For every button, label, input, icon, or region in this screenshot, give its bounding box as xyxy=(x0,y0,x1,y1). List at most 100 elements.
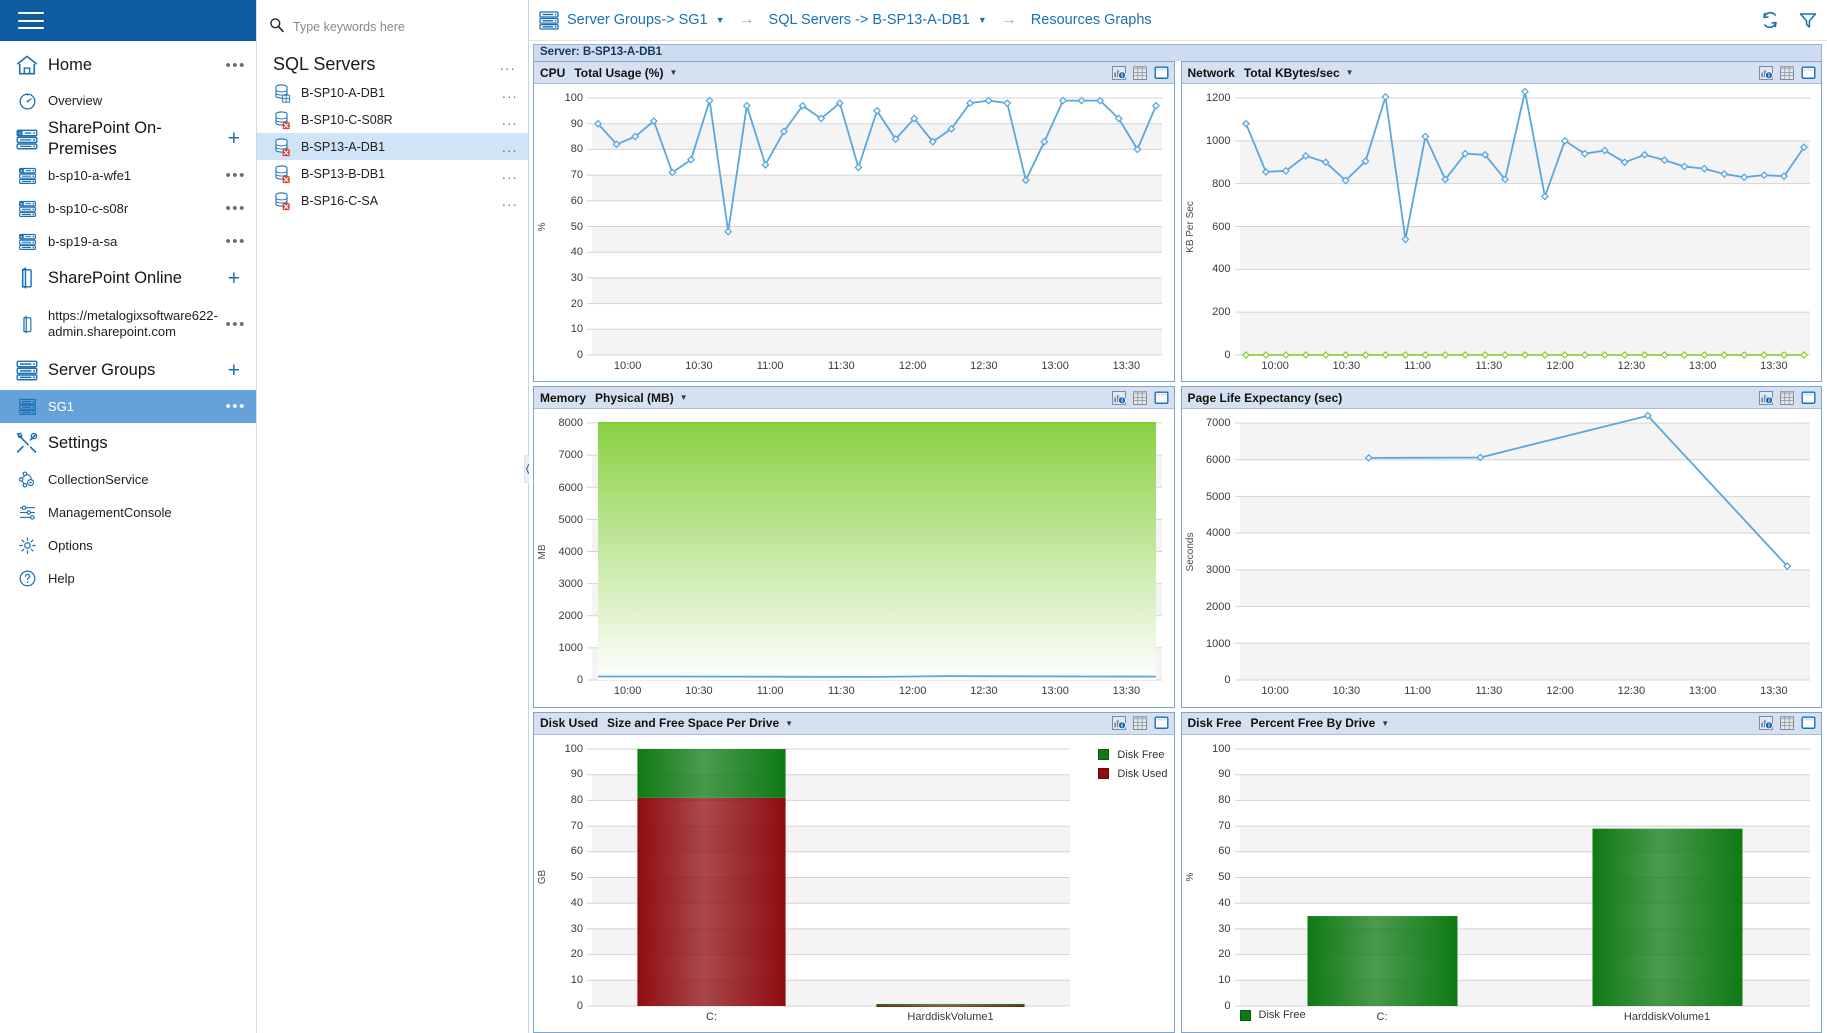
breadcrumb-item-0[interactable]: Server Groups-> SG1▼ xyxy=(537,8,725,32)
panel-metric-selector-label[interactable]: Size and Free Space Per Drive xyxy=(598,716,779,730)
sidebar-item-sharepoint-online[interactable]: SharePoint Online+ xyxy=(0,258,256,298)
sidebar-item-b-sp19-a-sa[interactable]: sb-sp19-a-sa••• xyxy=(0,225,256,258)
list-item[interactable]: B-SP16-C-SA... xyxy=(257,187,528,214)
sidebar-item-b-sp10-a-wfe1[interactable]: sb-sp10-a-wfe1••• xyxy=(0,159,256,192)
list-item[interactable]: B-SP10-C-S08R... xyxy=(257,106,528,133)
add-icon[interactable]: + xyxy=(222,360,246,381)
maximize-icon[interactable] xyxy=(1801,716,1816,730)
chevron-down-icon[interactable]: ▼ xyxy=(714,15,725,25)
add-icon[interactable]: + xyxy=(222,128,246,149)
table-grid-icon[interactable] xyxy=(1780,716,1794,730)
chart-canvas xyxy=(534,735,1174,1032)
sidebar-item-managementconsole[interactable]: ManagementConsole xyxy=(0,496,256,529)
table-grid-icon[interactable] xyxy=(1133,391,1147,405)
panel-metric-selector-label[interactable]: Total KBytes/sec xyxy=(1235,66,1340,80)
sidebar-item-more-button[interactable]: ••• xyxy=(219,201,246,216)
sidebar-item-options[interactable]: Options xyxy=(0,529,256,562)
x-axis-tick: HarddiskVolume1 xyxy=(907,1011,993,1023)
graph-panel-cpu: CPUTotal Usage (%)▼010203040506070809010… xyxy=(533,61,1175,382)
chevron-down-icon[interactable]: ▼ xyxy=(663,68,677,77)
y-axis-tick: 70 xyxy=(534,169,583,181)
sidebar-item-sg1[interactable]: SG1••• xyxy=(0,390,256,423)
table-grid-icon[interactable] xyxy=(1780,66,1794,80)
chart-info-icon[interactable] xyxy=(1759,391,1773,405)
sidebar-item-sharepoint-on-premises[interactable]: sSharePoint On-Premises+ xyxy=(0,118,256,159)
y-axis-tick: 200 xyxy=(1182,306,1231,318)
maximize-icon[interactable] xyxy=(1801,66,1816,80)
bar xyxy=(876,1004,1024,1006)
filter-icon[interactable] xyxy=(1789,0,1827,41)
chart-info-icon[interactable] xyxy=(1112,391,1126,405)
list-item[interactable]: B-SP13-A-DB1... xyxy=(257,133,528,160)
gear-icon xyxy=(12,535,42,556)
sidebar-item-more-button[interactable]: ••• xyxy=(219,58,246,73)
sidebar-item-help[interactable]: Help xyxy=(0,562,256,595)
x-axis-tick: 10:00 xyxy=(1261,685,1289,697)
table-grid-icon[interactable] xyxy=(1133,66,1147,80)
chevron-down-icon[interactable]: ▼ xyxy=(674,393,688,402)
list-item-more-button[interactable]: ... xyxy=(502,112,518,128)
y-axis-tick: 60 xyxy=(534,845,583,857)
sidebar-item-home[interactable]: Home••• xyxy=(0,45,256,85)
chart-canvas xyxy=(534,84,1174,381)
chart-info-icon[interactable] xyxy=(1112,716,1126,730)
sidebar-item-server-groups[interactable]: Server Groups+ xyxy=(0,350,256,390)
breadcrumb-bar: Server Groups-> SG1▼→SQL Servers -> B-SP… xyxy=(529,0,1827,41)
chart-info-icon[interactable] xyxy=(1759,66,1773,80)
sidebar-item-more-button[interactable]: ••• xyxy=(219,168,246,183)
list-item-more-button[interactable]: ... xyxy=(502,85,518,101)
panel-metric-selector-label[interactable]: Physical (MB) xyxy=(586,391,674,405)
search-input[interactable] xyxy=(285,19,516,35)
table-grid-icon[interactable] xyxy=(1780,391,1794,405)
panel-metric-selector-label[interactable]: Percent Free By Drive xyxy=(1242,716,1376,730)
maximize-icon[interactable] xyxy=(1154,716,1169,730)
panel-metric-selector-label[interactable]: Total Usage (%) xyxy=(565,66,663,80)
refresh-icon[interactable] xyxy=(1751,0,1789,41)
sidebar-item-b-sp10-c-s08r[interactable]: sb-sp10-c-s08r••• xyxy=(0,192,256,225)
y-axis-tick: 70 xyxy=(1182,820,1231,832)
service-nodes-icon xyxy=(12,469,42,490)
server-stack-icon xyxy=(12,396,42,417)
chevron-down-icon[interactable]: ▼ xyxy=(779,719,793,728)
chevron-down-icon[interactable]: ▼ xyxy=(976,15,987,25)
graphs-content: Server: B-SP13-A-DB1 CPUTotal Usage (%)▼… xyxy=(529,41,1827,1033)
hamburger-icon[interactable] xyxy=(18,12,44,29)
sidebar-item-more-button[interactable]: ••• xyxy=(219,399,246,414)
maximize-icon[interactable] xyxy=(1801,391,1816,405)
maximize-icon[interactable] xyxy=(1154,66,1169,80)
y-axis-tick: 1200 xyxy=(1182,92,1231,104)
list-item-more-button[interactable]: ... xyxy=(502,193,518,209)
sidebar-item-label: Home xyxy=(42,55,219,76)
add-icon[interactable]: + xyxy=(222,268,246,289)
chart-canvas xyxy=(1182,409,1822,706)
list-item-label: B-SP16-C-SA xyxy=(297,194,502,208)
list-item[interactable]: B-SP13-B-DB1... xyxy=(257,160,528,187)
x-axis-tick: 13:30 xyxy=(1760,685,1788,697)
sidebar-item-more-button[interactable]: ••• xyxy=(219,317,246,332)
breadcrumb-item-1[interactable]: SQL Servers -> B-SP13-A-DB1▼ xyxy=(769,12,987,28)
x-axis-tick: 13:00 xyxy=(1041,685,1069,697)
list-item-more-button[interactable]: ... xyxy=(502,139,518,155)
sidebar-item-collectionservice[interactable]: CollectionService xyxy=(0,463,256,496)
sidebar-item-label: Server Groups xyxy=(42,360,222,381)
sidebar-item-more-button[interactable]: ••• xyxy=(219,234,246,249)
table-grid-icon[interactable] xyxy=(1133,716,1147,730)
maximize-icon[interactable] xyxy=(1154,391,1169,405)
y-axis-tick: 40 xyxy=(534,897,583,909)
sidebar-item-https-metalogixsoftware622-admin-sharepoint-com[interactable]: https://metalogixsoftware622-admin.share… xyxy=(0,298,256,350)
chart-info-icon[interactable] xyxy=(1112,66,1126,80)
list-title-more-button[interactable]: ... xyxy=(500,57,516,73)
list-item[interactable]: B-SP10-A-DB1... xyxy=(257,79,528,106)
list-item-more-button[interactable]: ... xyxy=(502,166,518,182)
sidebar-item-settings[interactable]: Settings xyxy=(0,423,256,463)
sidebar-item-overview[interactable]: Overview xyxy=(0,85,256,118)
bar xyxy=(1592,828,1742,1005)
chart-info-icon[interactable] xyxy=(1759,716,1773,730)
sharepoint-server-icon: s xyxy=(12,126,42,152)
chevron-down-icon[interactable]: ▼ xyxy=(1375,719,1389,728)
panel-body: 0102030405060708090100GBC:HarddiskVolume… xyxy=(534,735,1174,1032)
chevron-down-icon[interactable]: ▼ xyxy=(1340,68,1354,77)
y-axis-tick: 100 xyxy=(534,743,583,755)
x-axis-tick: 10:30 xyxy=(685,685,713,697)
x-axis-tick: 10:00 xyxy=(614,685,642,697)
